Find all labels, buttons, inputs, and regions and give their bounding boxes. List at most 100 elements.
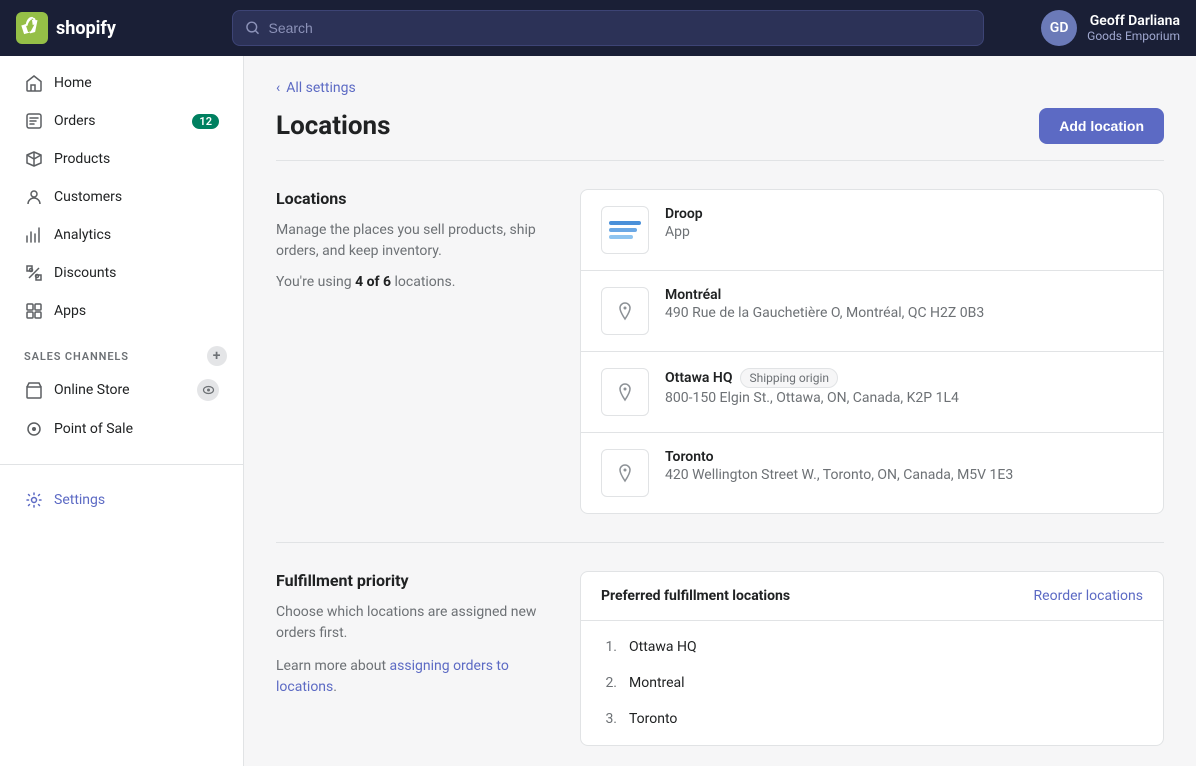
droop-waves-icon [609, 221, 641, 239]
sidebar-item-point-of-sale[interactable]: Point of Sale [8, 411, 235, 447]
page-header: ‹ All settings Locations Add location [244, 56, 1196, 160]
top-navigation: shopify GD Geoff Darliana Goods Emporium [0, 0, 1196, 56]
toronto-address: 420 Wellington Street W., Toronto, ON, C… [665, 467, 1143, 483]
point-of-sale-icon [24, 419, 44, 439]
user-name: Geoff Darliana [1087, 13, 1180, 29]
search-input[interactable] [268, 20, 971, 36]
sales-channels-label: SALES CHANNELS [24, 350, 129, 363]
fulfillment-list: 1. Ottawa HQ 2. Montreal 3. Toronto [581, 621, 1163, 745]
fulfillment-title: Fulfillment priority [276, 571, 556, 590]
sidebar-item-discounts[interactable]: Discounts [8, 255, 235, 291]
ottawa-thumb [601, 368, 649, 416]
list-number-2: 2. [601, 675, 617, 691]
location-item-droop[interactable]: Droop App [581, 190, 1163, 271]
location-item-ottawa[interactable]: Ottawa HQ Shipping origin 800-150 Elgin … [581, 352, 1163, 433]
online-store-icon [24, 380, 44, 400]
products-icon [24, 149, 44, 169]
avatar: GD [1041, 10, 1077, 46]
user-area: GD Geoff Darliana Goods Emporium [1000, 10, 1180, 46]
fulfillment-inner: Fulfillment priority Choose which locati… [276, 571, 1164, 746]
fulfillment-list-item-3: 3. Toronto [601, 701, 1143, 737]
online-store-eye-button[interactable] [197, 379, 219, 401]
analytics-icon [24, 225, 44, 245]
fulfillment-section: Fulfillment priority Choose which locati… [244, 543, 1196, 766]
sidebar-item-settings-label: Settings [54, 492, 105, 508]
sidebar-item-online-store-label: Online Store [54, 382, 130, 398]
toronto-info: Toronto 420 Wellington Street W., Toront… [665, 449, 1143, 483]
fulfillment-item-1-name: Ottawa HQ [629, 639, 697, 655]
add-sales-channel-button[interactable]: + [207, 346, 227, 366]
montreal-thumb [601, 287, 649, 335]
droop-thumb [601, 206, 649, 254]
orders-icon [24, 111, 44, 131]
sidebar-item-settings[interactable]: Settings [8, 482, 235, 518]
add-location-button[interactable]: Add location [1039, 108, 1164, 144]
locations-card: Droop App Montréal 490 Rue de la Gauchet… [580, 189, 1164, 514]
home-icon [24, 73, 44, 93]
logo-area: shopify [16, 12, 216, 44]
location-item-montreal[interactable]: Montréal 490 Rue de la Gauchetière O, Mo… [581, 271, 1163, 352]
toronto-name: Toronto [665, 449, 1143, 465]
droop-info: Droop App [665, 206, 1143, 240]
sidebar-item-analytics-label: Analytics [54, 227, 111, 243]
list-number-1: 1. [601, 639, 617, 655]
reorder-locations-link[interactable]: Reorder locations [1034, 588, 1143, 604]
fulfillment-desc: Choose which locations are assigned new … [276, 602, 556, 644]
fulfillment-item-2-name: Montreal [629, 675, 685, 691]
fulfillment-list-item-1: 1. Ottawa HQ [601, 629, 1143, 665]
sidebar-item-home-label: Home [54, 75, 92, 91]
toronto-thumb [601, 449, 649, 497]
ottawa-name: Ottawa HQ Shipping origin [665, 368, 1143, 388]
location-item-toronto[interactable]: Toronto 420 Wellington Street W., Toront… [581, 433, 1163, 513]
sales-channels-header: SALES CHANNELS + [0, 330, 243, 370]
preferred-header: Preferred fulfillment locations Reorder … [581, 572, 1163, 621]
customers-icon [24, 187, 44, 207]
breadcrumb-text: All settings [286, 80, 355, 96]
sidebar-item-orders-label: Orders [54, 113, 96, 129]
sidebar-item-customers[interactable]: Customers [8, 179, 235, 215]
sidebar-item-products[interactable]: Products [8, 141, 235, 177]
orders-badge: 12 [192, 114, 219, 129]
locations-section-left: Locations Manage the places you sell pro… [276, 189, 556, 514]
sidebar-item-apps-label: Apps [54, 303, 86, 319]
sidebar-item-home[interactable]: Home [8, 65, 235, 101]
shipping-origin-badge: Shipping origin [740, 368, 838, 388]
wave-line-2 [609, 228, 637, 232]
settings-icon [24, 490, 44, 510]
apps-icon [24, 301, 44, 321]
locations-section: Locations Manage the places you sell pro… [244, 161, 1196, 542]
sidebar-item-online-store[interactable]: Online Store [8, 371, 235, 409]
sidebar-item-point-of-sale-label: Point of Sale [54, 421, 133, 437]
fulfillment-item-3-name: Toronto [629, 711, 677, 727]
locations-section-title: Locations [276, 189, 556, 208]
search-icon [245, 20, 260, 36]
sidebar-item-analytics[interactable]: Analytics [8, 217, 235, 253]
droop-name: Droop [665, 206, 1143, 222]
montreal-info: Montréal 490 Rue de la Gauchetière O, Mo… [665, 287, 1143, 321]
sidebar-item-discounts-label: Discounts [54, 265, 116, 281]
usage-prefix: You're using [276, 274, 352, 290]
main-content: ‹ All settings Locations Add location Lo… [244, 56, 1196, 766]
preferred-locations-card: Preferred fulfillment locations Reorder … [580, 571, 1164, 746]
usage-count: 4 of 6 [355, 274, 391, 290]
fulfillment-right: Preferred fulfillment locations Reorder … [580, 571, 1164, 746]
learn-more-prefix: Learn more about [276, 658, 390, 674]
sidebar-item-apps[interactable]: Apps [8, 293, 235, 329]
preferred-title: Preferred fulfillment locations [601, 588, 790, 604]
page-title-row: Locations Add location [276, 108, 1164, 144]
breadcrumb-arrow-icon: ‹ [276, 80, 280, 96]
wave-line-1 [609, 221, 641, 225]
sidebar-item-orders[interactable]: Orders 12 [8, 103, 235, 139]
user-store: Goods Emporium [1087, 29, 1180, 43]
pin-icon-toronto [615, 463, 635, 483]
wave-line-3 [609, 235, 633, 239]
sidebar-item-products-label: Products [54, 151, 110, 167]
fulfillment-left: Fulfillment priority Choose which locati… [276, 571, 556, 746]
breadcrumb[interactable]: ‹ All settings [276, 80, 1164, 96]
locations-usage-text: You're using 4 of 6 locations. [276, 274, 556, 290]
montreal-name: Montréal [665, 287, 1143, 303]
locations-section-right: Droop App Montréal 490 Rue de la Gauchet… [580, 189, 1164, 514]
locations-section-desc: Manage the places you sell products, shi… [276, 220, 556, 262]
search-bar[interactable] [232, 10, 984, 46]
user-info: Geoff Darliana Goods Emporium [1087, 13, 1180, 43]
